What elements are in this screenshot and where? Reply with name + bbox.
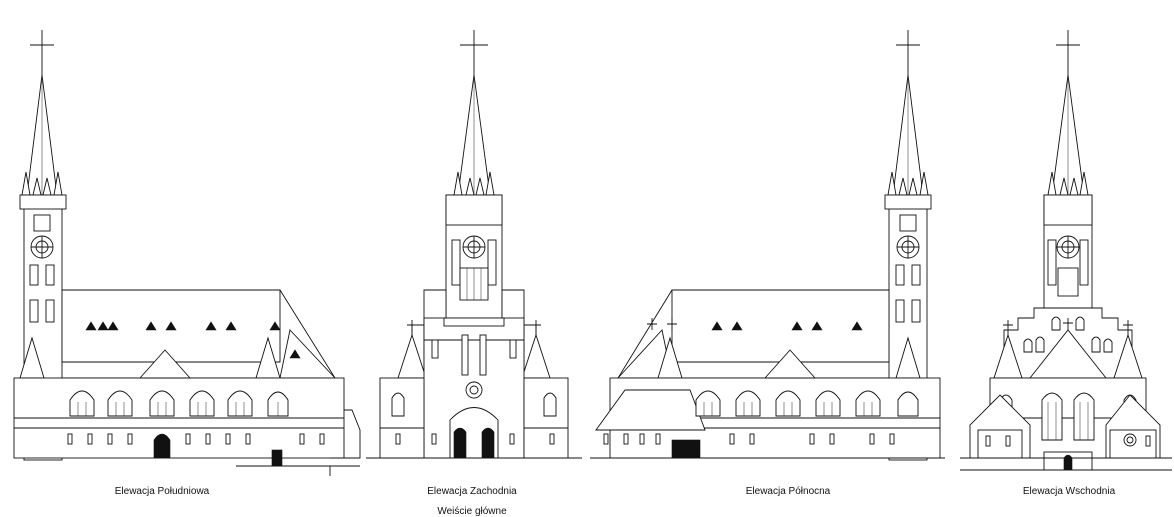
elevation-drawing-sheet bbox=[13, 30, 1172, 476]
caption-south-elevation: Elewacja Południowa bbox=[114, 486, 210, 497]
caption-north-elevation: Elewacja Północna bbox=[745, 486, 831, 497]
subcaption-main-entrance: Weiście główne bbox=[437, 506, 507, 517]
caption-east-elevation: Elewacja Wschodnia bbox=[1022, 486, 1116, 497]
east-elevation-drawing bbox=[960, 30, 1172, 471]
caption-west-elevation: Elewacja Zachodnia bbox=[427, 486, 517, 497]
south-elevation-drawing bbox=[13, 30, 361, 476]
north-elevation-drawing bbox=[590, 30, 945, 461]
west-elevation-drawing bbox=[366, 30, 582, 459]
